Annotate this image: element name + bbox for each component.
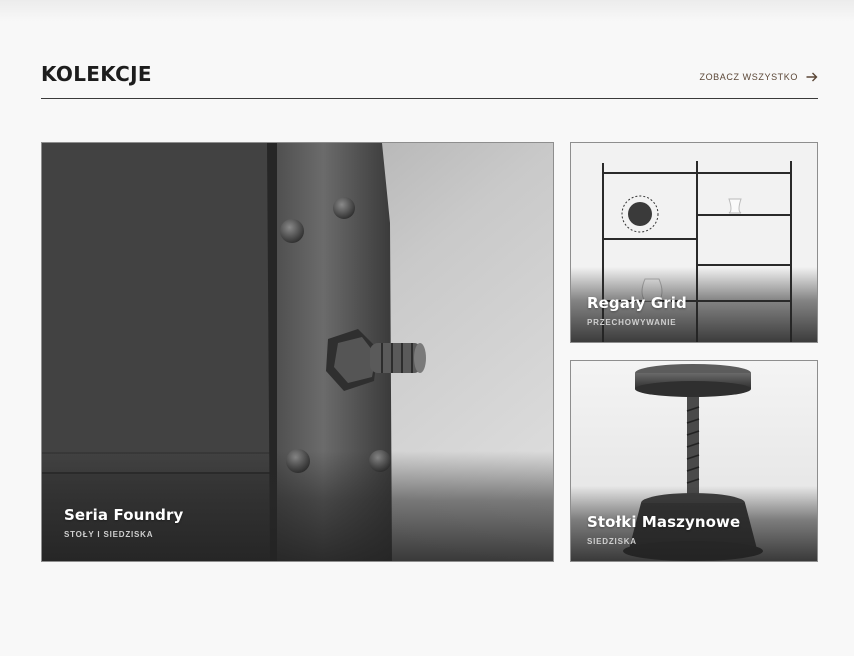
top-fade xyxy=(0,0,854,22)
collection-card-stools[interactable]: Stołki Maszynowe SIEDZISKA xyxy=(570,360,818,562)
collection-name: Stołki Maszynowe xyxy=(587,513,741,531)
collection-category: STOŁY I SIEDZISKA xyxy=(64,530,154,539)
collection-category: SIEDZISKA xyxy=(587,537,637,546)
arrow-right-icon xyxy=(806,72,818,82)
view-all-link[interactable]: ZOBACZ WSZYSTKO xyxy=(699,70,818,84)
section-header: KOLEKCJE ZOBACZ WSZYSTKO xyxy=(41,58,818,99)
section-title: KOLEKCJE xyxy=(41,62,152,86)
collection-card-grid[interactable]: Regały Grid PRZECHOWYWANIE xyxy=(570,142,818,343)
view-all-label: ZOBACZ WSZYSTKO xyxy=(699,72,798,82)
collection-category: PRZECHOWYWANIE xyxy=(587,318,677,327)
collection-caption: Stołki Maszynowe SIEDZISKA xyxy=(587,513,740,546)
collection-card-foundry[interactable]: Seria Foundry STOŁY I SIEDZISKA xyxy=(41,142,554,562)
collection-name: Regały Grid xyxy=(587,294,687,312)
collection-name: Seria Foundry xyxy=(64,506,184,524)
collection-caption: Regały Grid PRZECHOWYWANIE xyxy=(587,294,687,327)
collection-caption: Seria Foundry STOŁY I SIEDZISKA xyxy=(64,506,183,539)
